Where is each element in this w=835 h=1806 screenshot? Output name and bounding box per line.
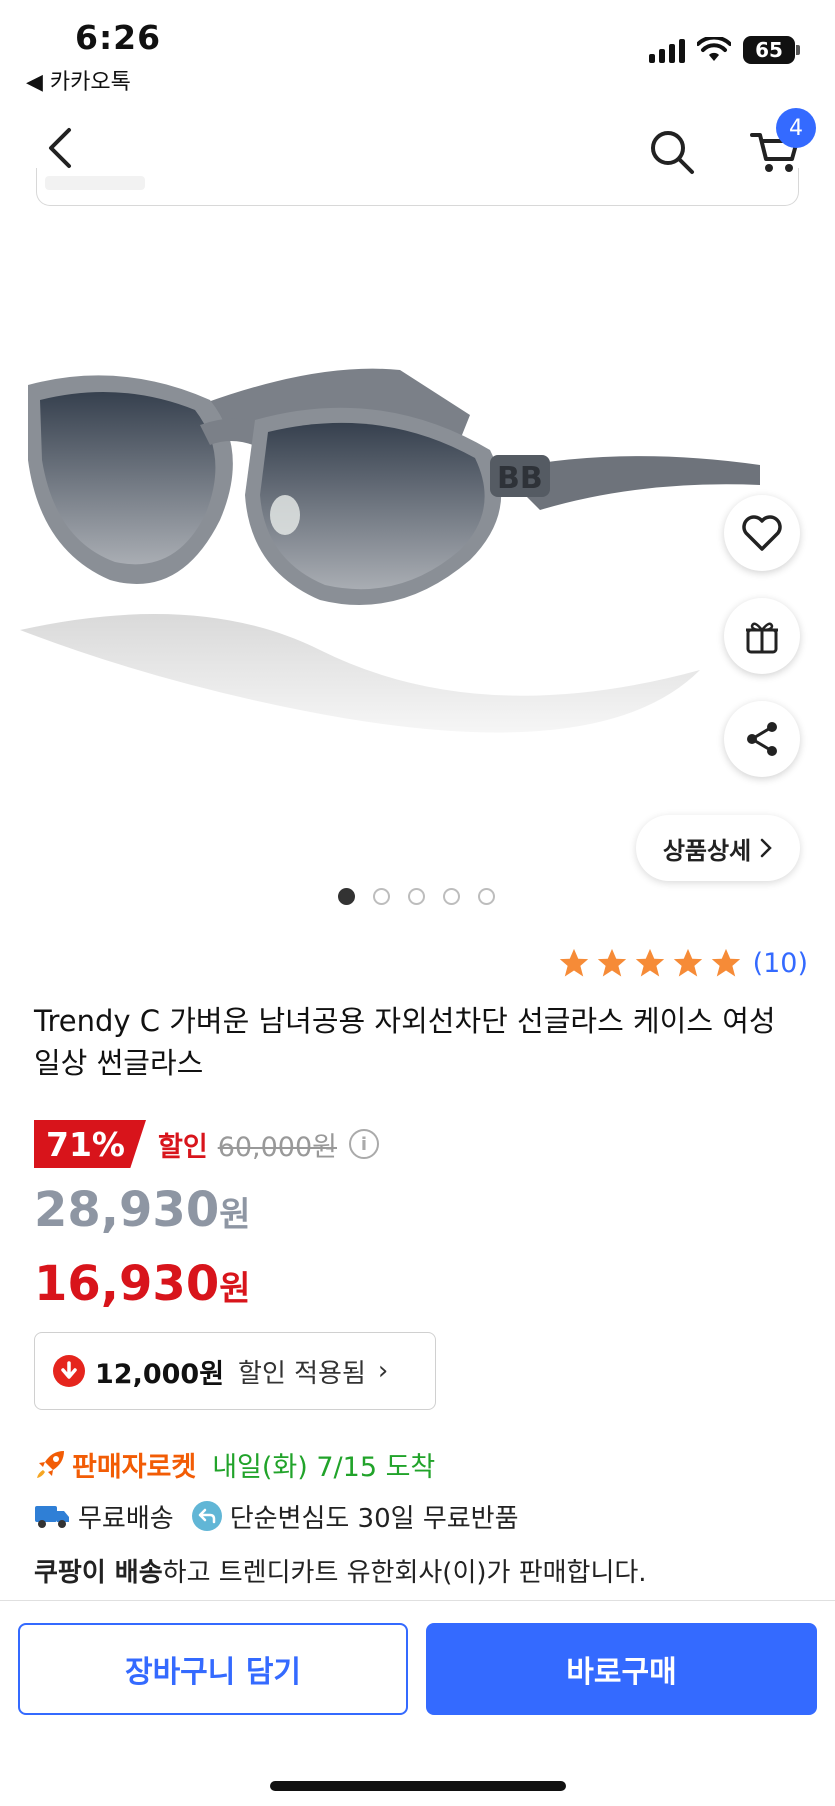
- return-arrow-icon: [191, 1501, 222, 1531]
- share-button[interactable]: [724, 701, 800, 777]
- cellular-signal-icon: [649, 37, 685, 63]
- discount-percent-badge: 71%: [34, 1120, 146, 1168]
- rocket-delivery-label: 판매자로켓: [72, 1451, 197, 1483]
- seller-delivery-label: 쿠팡이 배송: [34, 1558, 163, 1588]
- chevron-left-icon: [49, 128, 71, 168]
- seller-info: 쿠팡이 배송하고 트렌디카트 유한회사(이)가 판매합니다.: [34, 1552, 647, 1589]
- coupon-amount: 12,000원: [95, 1358, 225, 1390]
- final-price-value: 16,930: [34, 1256, 220, 1312]
- product-image-carousel[interactable]: BB: [0, 210, 835, 890]
- free-return-text: 단순변심도 30일 무료반품: [229, 1503, 519, 1534]
- rocket-icon: [37, 1451, 64, 1478]
- heart-icon: [742, 515, 782, 551]
- star-icon: [673, 948, 702, 977]
- down-arrow-circle-icon: [53, 1355, 85, 1387]
- wishlist-button[interactable]: [724, 495, 800, 571]
- carousel-dot[interactable]: [478, 888, 495, 905]
- gift-icon: [746, 622, 778, 654]
- seller-description: 하고 트렌디카트 유한회사(이)가 판매합니다.: [162, 1558, 647, 1588]
- sunglasses-image: BB: [20, 368, 760, 733]
- coupon-discount-button[interactable]: 12,000원 할인 적용됨 ›: [34, 1332, 436, 1410]
- discount-row: 71% 할인 60,000원 i: [34, 1120, 380, 1168]
- sale-price-value: 28,930: [34, 1182, 220, 1238]
- buy-now-button[interactable]: 바로구매: [426, 1623, 817, 1715]
- sale-price-currency: 원: [219, 1195, 251, 1235]
- carousel-dot[interactable]: [443, 888, 460, 905]
- free-shipping-text: 무료배송: [78, 1503, 174, 1534]
- status-icons: 65: [649, 36, 800, 64]
- star-icon: [635, 948, 664, 977]
- discount-label: 할인: [158, 1131, 208, 1163]
- back-to-app-link[interactable]: ◀ 카카오톡: [26, 64, 131, 96]
- product-detail-label: 상품상세: [662, 836, 752, 865]
- wifi-icon: [697, 37, 731, 61]
- coupon-text: 할인 적용됨: [238, 1358, 366, 1389]
- carousel-dot[interactable]: [338, 888, 355, 905]
- final-price: 16,930원: [34, 1256, 251, 1312]
- gift-button[interactable]: [724, 598, 800, 674]
- carousel-indicator: [338, 888, 495, 905]
- chevron-right-icon: [760, 838, 772, 858]
- product-title: Trendy C 가벼운 남녀공용 자외선차단 선글라스 케이스 여성 일상 썬…: [34, 1004, 776, 1080]
- carousel-dot[interactable]: [408, 888, 425, 905]
- product-detail-button[interactable]: 상품상세: [636, 815, 800, 881]
- carousel-dot[interactable]: [373, 888, 390, 905]
- star-icon: [559, 948, 588, 977]
- star-icon: [711, 948, 740, 977]
- svg-text:BB: BB: [497, 461, 543, 496]
- info-icon[interactable]: i: [349, 1129, 380, 1159]
- star-icon: [597, 948, 626, 977]
- search-dropdown-edge: [36, 168, 799, 206]
- share-icon: [747, 722, 777, 756]
- chevron-right-icon: ›: [377, 1356, 389, 1386]
- arrival-date: 내일(화) 7/15 도착: [212, 1451, 436, 1483]
- final-price-currency: 원: [219, 1269, 251, 1309]
- status-bar: 6:26 ◀ 카카오톡 65: [0, 0, 835, 100]
- delivery-row: 판매자로켓 내일(화) 7/15 도착: [34, 1442, 435, 1486]
- review-count[interactable]: (10): [753, 948, 808, 979]
- original-price: 60,000원: [217, 1131, 338, 1163]
- battery-icon: 65: [743, 36, 800, 64]
- sale-price: 28,930원: [34, 1182, 251, 1238]
- product-rating[interactable]: (10): [557, 946, 808, 980]
- shipping-row: 무료배송 단순변심도 30일 무료반품: [34, 1494, 519, 1538]
- status-time: 6:26: [75, 18, 162, 57]
- add-to-cart-button[interactable]: 장바구니 담기: [18, 1623, 408, 1715]
- cart-count-badge: 4: [776, 108, 816, 148]
- bottom-action-bar: 장바구니 담기 바로구매: [0, 1600, 835, 1806]
- truck-icon: [35, 1506, 69, 1528]
- home-indicator[interactable]: [270, 1781, 566, 1791]
